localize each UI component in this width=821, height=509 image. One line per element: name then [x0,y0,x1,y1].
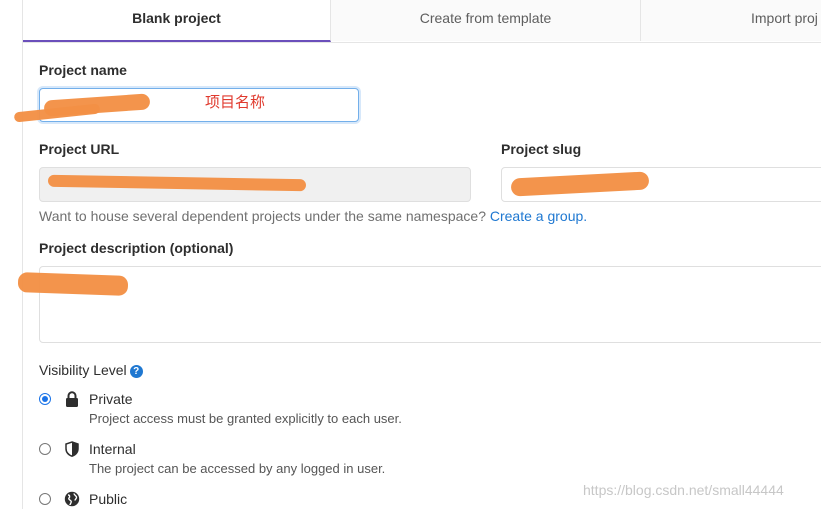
visibility-radio-public[interactable] [39,493,51,505]
namespace-help-message: Want to house several dependent projects… [39,208,486,224]
visibility-private-title: Private [89,391,133,407]
tab-import-project[interactable]: Import proj [641,0,821,41]
redaction-mark [17,272,129,296]
lock-icon [66,391,78,407]
watermark-text: https://blog.csdn.net/small44444 [583,482,784,498]
tab-blank-project[interactable]: Blank project [23,0,331,42]
project-slug-label: Project slug [501,141,582,157]
visibility-level-text: Visibility Level [39,362,127,378]
help-icon[interactable]: ? [129,365,143,378]
project-description-label: Project description (optional) [39,240,234,256]
namespace-help-text: Want to house several dependent projects… [39,208,587,224]
project-name-label: Project name [39,62,127,78]
project-description-textarea[interactable] [39,266,821,343]
project-tabs: Blank project Create from template Impor… [23,0,821,43]
visibility-radio-private[interactable] [39,393,51,405]
globe-icon [64,491,80,507]
project-name-annotation: 项目名称 [205,94,266,111]
visibility-internal-description: The project can be accessed by any logge… [89,461,386,476]
visibility-level-label: Visibility Level? [39,362,143,378]
create-group-link[interactable]: Create a group. [490,208,587,224]
visibility-private-description: Project access must be granted explicitl… [89,411,402,426]
visibility-public-title: Public [89,491,128,507]
visibility-radio-internal[interactable] [39,443,51,455]
tab-create-from-template[interactable]: Create from template [331,0,641,41]
visibility-internal-title: Internal [89,441,136,457]
project-url-label: Project URL [39,141,120,157]
left-border [22,0,23,509]
shield-icon [65,441,79,457]
